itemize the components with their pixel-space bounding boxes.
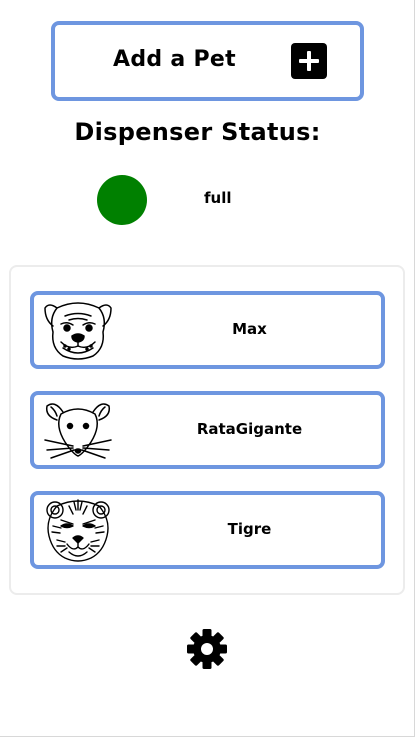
pet-card-max[interactable]: Max [30,291,385,369]
dispenser-status-title: Dispenser Status: [74,118,321,146]
rat-icon [44,403,112,459]
add-pet-label: Add a Pet [113,47,236,72]
pet-card-tigre[interactable]: Tigre [30,491,385,569]
pet-name: Tigre [227,520,272,538]
status-indicator [97,175,147,225]
pet-list: Max RataGigante Tigre [9,265,405,595]
bulldog-icon [44,302,112,360]
pet-name: Max [232,320,267,338]
pet-name: RataGigante [196,420,303,438]
plus-icon [291,43,327,79]
dispenser-status-value: full [204,189,232,207]
add-pet-button[interactable]: Add a Pet [51,21,364,101]
gear-icon[interactable] [186,628,228,670]
pet-card-ratagigante[interactable]: RataGigante [30,391,385,469]
tiger-icon [46,499,110,562]
